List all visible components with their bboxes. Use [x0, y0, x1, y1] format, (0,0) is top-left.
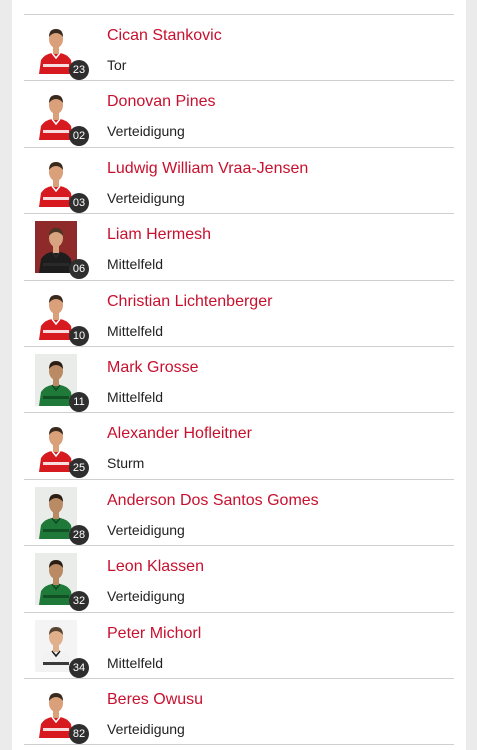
player-name-link[interactable]: Peter Michorl [107, 625, 201, 643]
jersey-number-badge: 34 [69, 657, 89, 678]
player-position: Mittelfeld [107, 654, 164, 671]
player-list: 23 Cican Stankovic Tor 02 Donovan Pines Verte… [24, 14, 454, 746]
player-row[interactable]: 06 Liam Hermesh Mittelfeld [24, 214, 454, 281]
jersey-number-badge: 06 [69, 259, 89, 280]
player-row[interactable]: 25 Alexander Hofleitner Sturm [24, 413, 454, 480]
jersey-number-badge: 11 [69, 391, 89, 412]
jersey-number-badge: 23 [69, 60, 89, 80]
player-name-link[interactable]: Beres Owusu [107, 691, 203, 709]
player-name-link[interactable]: Mark Grosse [107, 359, 199, 377]
player-row[interactable]: 32 Leon Klassen Verteidigung [24, 546, 454, 613]
jersey-number-badge: 32 [69, 591, 89, 612]
player-name-link[interactable]: Anderson Dos Santos Gomes [107, 492, 319, 510]
jersey-number-badge: 82 [69, 723, 89, 744]
jersey-number-badge: 03 [69, 192, 89, 213]
player-position: Verteidigung [107, 189, 185, 206]
player-name-link[interactable]: Christian Lichtenberger [107, 293, 272, 311]
player-row[interactable]: 11 Mark Grosse Mittelfeld [24, 347, 454, 414]
player-position: Mittelfeld [107, 256, 164, 273]
player-row[interactable]: 28 Anderson Dos Santos Gomes Verteidigung [24, 480, 454, 547]
player-position: Verteidigung [107, 720, 185, 737]
player-position: Verteidigung [107, 521, 185, 538]
jersey-number-badge: 02 [69, 126, 89, 147]
player-row[interactable]: 03 Ludwig William Vraa-Jensen Verteidigung [24, 148, 454, 215]
player-position: Sturm [107, 455, 145, 472]
jersey-number-badge: 28 [69, 524, 89, 545]
player-position: Mittelfeld [107, 322, 164, 339]
jersey-number-badge: 10 [69, 325, 89, 346]
player-name-link[interactable]: Leon Klassen [107, 558, 204, 576]
player-position: Mittelfeld [107, 388, 164, 405]
jersey-number-badge: 25 [69, 458, 89, 479]
player-name-link[interactable]: Donovan Pines [107, 93, 216, 111]
player-name-link[interactable]: Cican Stankovic [107, 27, 222, 45]
player-row[interactable]: 10 Christian Lichtenberger Mittelfeld [24, 281, 454, 347]
player-name-link[interactable]: Alexander Hofleitner [107, 425, 252, 443]
player-position: Tor [107, 57, 127, 73]
player-row[interactable]: 23 Cican Stankovic Tor [24, 15, 454, 82]
player-name-link[interactable]: Liam Hermesh [107, 226, 211, 244]
player-row[interactable]: 34 Peter Michorl Mittelfeld [24, 613, 454, 679]
player-name-link[interactable]: Ludwig William Vraa-Jensen [107, 160, 308, 178]
content-panel: 23 Cican Stankovic Tor 02 Donovan Pines Verte… [12, 0, 466, 750]
player-position: Verteidigung [107, 588, 185, 605]
player-row[interactable]: 82 Beres Owusu Verteidigung [24, 679, 454, 746]
player-position: Verteidigung [107, 123, 185, 140]
player-row[interactable]: 02 Donovan Pines Verteidigung [24, 81, 454, 148]
